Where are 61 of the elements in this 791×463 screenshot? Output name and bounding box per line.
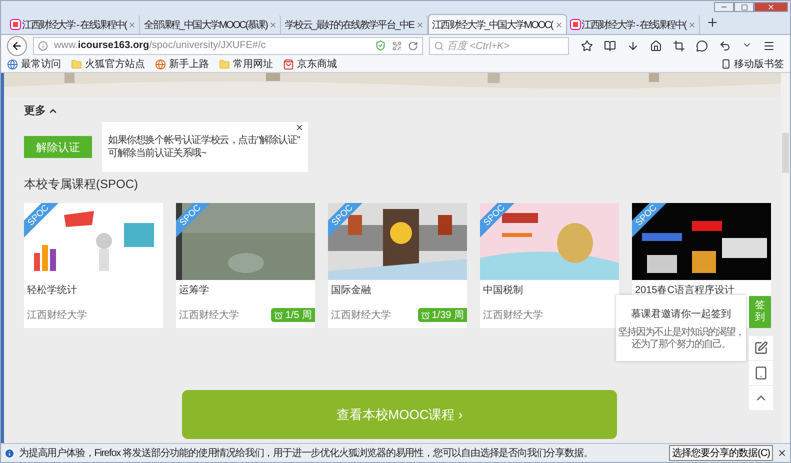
back-button[interactable]: [7, 36, 27, 56]
school-name: 江西财经大学: [331, 308, 391, 322]
info-icon: [38, 40, 48, 50]
close-icon[interactable]: [777, 448, 787, 458]
star-icon[interactable]: [581, 40, 593, 52]
new-tab-icon[interactable]: [706, 16, 719, 29]
notification-text: 为提高用户体验，Firefox 将发送部分功能的使用情况给我们，用于进一步优化火狐浏览器的易用性，您可以自由选择是否向我们分享数据。: [19, 446, 593, 460]
clock-icon: [420, 310, 430, 320]
school-name: 江西财经大学: [179, 308, 239, 322]
reload-icon[interactable]: [408, 40, 418, 50]
bookmark-item[interactable]: 新手上路: [155, 57, 209, 71]
course-title: 轻松学统计: [27, 285, 77, 297]
address-field[interactable]: www.icourse163.org/spoc/university/JXUFE#/c: [33, 36, 423, 54]
shopping-bag-icon: [283, 58, 294, 70]
globe-icon: [7, 58, 18, 70]
course-title: 国际金融: [331, 285, 371, 297]
clock-icon: [274, 310, 284, 320]
download-icon[interactable]: [627, 40, 639, 52]
bookmark-item[interactable]: 火狐官方站点: [71, 57, 145, 71]
search-icon: [434, 40, 444, 50]
maximize-icon: [740, 4, 748, 10]
bookmark-item[interactable]: 移动版书签: [721, 57, 784, 71]
chat-icon[interactable]: [696, 40, 708, 52]
browser-tab[interactable]: 江西财经大学_中国大学MOOC(: [428, 14, 567, 34]
more-toggle[interactable]: 更多: [24, 103, 58, 118]
globe-icon: [155, 58, 166, 70]
crop-icon[interactable]: [673, 40, 685, 52]
home-icon[interactable]: [650, 40, 662, 52]
menu-icon[interactable]: [763, 40, 775, 52]
week-badge: 1/39 周: [418, 308, 467, 322]
popup-text: 坚持因为不止是对知识的渴望，: [617, 327, 745, 338]
close-icon: [767, 3, 775, 11]
info-icon: [4, 448, 15, 458]
course-title: 中国税制: [483, 285, 523, 297]
close-icon[interactable]: [295, 123, 304, 132]
section-title: 本校专属课程(SPOC): [24, 176, 139, 193]
school-name: 江西财经大学: [27, 308, 87, 322]
shield-icon: [375, 40, 386, 51]
tip-text: 可解除当前认证关系哦~: [108, 147, 208, 160]
course-title: 运筹学: [179, 285, 209, 297]
popup-text: 还为了那个努力的自己。: [630, 339, 732, 351]
maximize-button[interactable]: [734, 2, 754, 12]
book-icon[interactable]: [604, 40, 616, 52]
share-data-button[interactable]: 选择您要分享的数据(C): [669, 445, 773, 461]
bookmark-item[interactable]: 常用网址: [219, 57, 273, 71]
folder-icon: [71, 58, 82, 70]
qr-code-icon[interactable]: [392, 40, 402, 50]
undo-icon[interactable]: [719, 40, 731, 52]
bookmark-item[interactable]: 京东商城: [283, 57, 337, 71]
course-title: 2015春C语言程序设计: [635, 285, 734, 297]
tablet-icon: [754, 366, 768, 380]
back-arrow-icon: [11, 40, 23, 52]
edit-icon: [754, 341, 768, 355]
popup-title: 慕课君邀请你一起签到: [630, 308, 732, 321]
folder-icon: [219, 58, 230, 70]
phone-icon: [721, 59, 731, 69]
scrollbar[interactable]: [781, 73, 790, 443]
school-name: 江西财经大学: [483, 308, 543, 322]
bookmark-item[interactable]: 最常访问: [7, 57, 61, 71]
week-badge: 1/5 周: [271, 308, 315, 322]
tip-text: 如果你想换个帐号认证学校云，点击"解除认证": [108, 134, 301, 147]
